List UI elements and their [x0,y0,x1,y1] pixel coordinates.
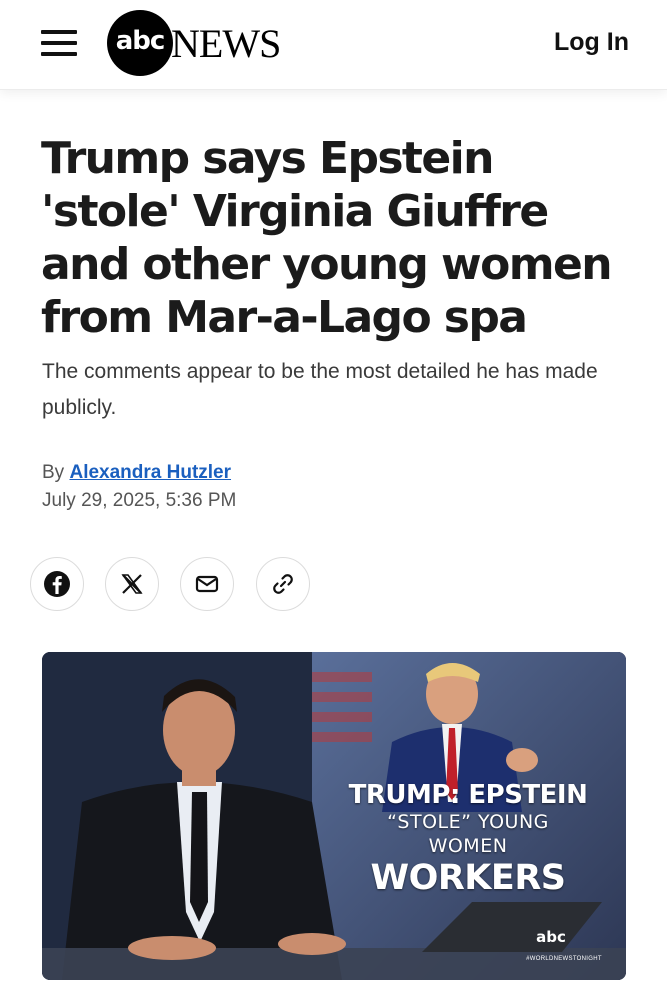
abc-watermark: abc [536,928,566,946]
article-headline: Trump says Epstein 'stole' Virginia Giuf… [41,133,613,343]
chyron-line3: WORKERS [370,858,567,898]
byline: By Alexandra Hutzler [42,462,231,484]
chyron-line2: “STOLE” YOUNG WOMEN [387,811,549,857]
video-chyron: TRUMP: EPSTEIN “STOLE” YOUNG WOMEN WORKE… [348,780,588,898]
login-button[interactable]: Log In [554,28,629,57]
share-x-button[interactable] [105,557,159,611]
show-hashtag: #WORLDNEWSTONIGHT [526,956,602,962]
copy-link-button[interactable] [256,557,310,611]
link-icon [273,574,293,594]
logo-circle: abc [107,10,173,76]
article-dek: The comments appear to be the most detai… [42,360,598,419]
byline-prefix: By [42,462,65,483]
logo-wordmark: NEWS [171,20,281,66]
site-header: abc NEWS Log In [0,0,667,90]
chyron-line1: TRUMP: EPSTEIN [348,780,588,810]
x-icon [121,574,143,594]
publish-date: July 29, 2025, 5:36 PM [42,490,237,511]
menu-icon[interactable] [41,29,77,57]
share-email-button[interactable] [180,557,234,611]
abc-news-logo[interactable]: abc NEWS [107,10,281,76]
share-facebook-button[interactable] [30,557,84,611]
author-link[interactable]: Alexandra Hutzler [69,462,231,483]
facebook-icon [44,571,70,597]
hero-video-still[interactable]: TRUMP: EPSTEIN “STOLE” YOUNG WOMEN WORKE… [42,652,626,980]
mail-icon [195,575,219,593]
